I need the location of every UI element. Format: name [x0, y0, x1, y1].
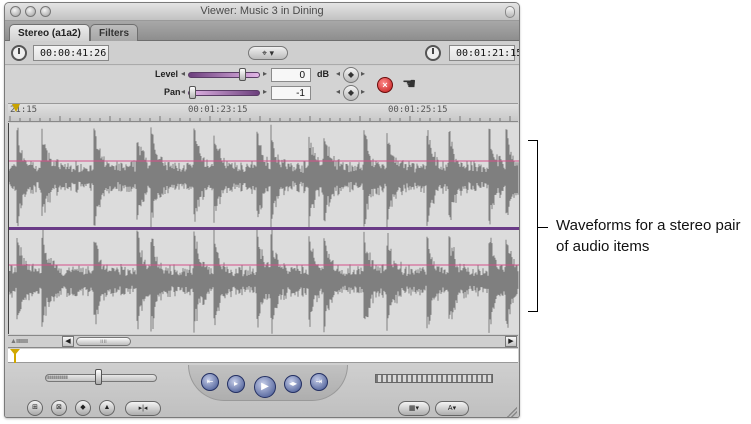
reset-x-circle-icon[interactable]: × [377, 77, 393, 93]
pan-keyframe-button[interactable]: ◆ [343, 85, 359, 101]
duration-timecode-field[interactable]: 00:00:41:26 [33, 45, 109, 61]
hand-drag-icon[interactable]: ☚ [402, 74, 416, 94]
current-timecode-field[interactable]: 00:01:21:15 [449, 45, 519, 61]
pan-label: Pan [164, 87, 181, 97]
scroller-thumb[interactable]: ıııı [76, 337, 131, 346]
view-options-icon: ⌖ ▾ [261, 48, 275, 58]
play-in-to-out-button[interactable]: ▸ [227, 375, 245, 393]
pan-next-keyframe-icon[interactable]: ▸ [361, 87, 365, 96]
level-next-keyframe-icon[interactable]: ▸ [361, 69, 365, 78]
mark-clip-button[interactable]: ⊠ [51, 400, 67, 416]
level-keyframe-button[interactable]: ◆ [343, 67, 359, 83]
play-around-current-button[interactable]: ◂▸ [284, 375, 302, 393]
add-marker-button[interactable]: ▲ [99, 400, 115, 416]
level-decrease-arrow-icon[interactable]: ◂ [181, 69, 185, 78]
duration-clock-icon [11, 45, 27, 61]
ruler-ticks [9, 116, 511, 121]
level-unit-label: dB [317, 69, 329, 79]
scrubber-playhead[interactable] [10, 349, 20, 363]
generator-dropdown[interactable]: A▾ [435, 401, 469, 416]
scrubber-bar[interactable] [8, 349, 518, 363]
waveform-display[interactable] [8, 123, 519, 334]
recent-clips-dropdown[interactable]: ▦▾ [398, 401, 430, 416]
stereo-waveform [9, 123, 519, 334]
scroll-right-button[interactable]: ▶ [505, 336, 517, 347]
level-increase-arrow-icon[interactable]: ▸ [263, 69, 267, 78]
level-label: Level [155, 69, 179, 79]
title-bar[interactable]: Viewer: Music 3 in Dining [5, 3, 519, 21]
timecode-bar: 00:00:41:26 ⌖ ▾ 00:01:21:15 [5, 41, 519, 65]
pan-decrease-arrow-icon[interactable]: ◂ [181, 87, 185, 96]
pan-value-field[interactable]: -1 [271, 86, 311, 100]
current-time-clock-icon [425, 45, 441, 61]
callout-bracket [528, 140, 538, 312]
callout-leader-line [538, 227, 548, 228]
tab-filters[interactable]: Filters [90, 24, 139, 41]
ruler-label: 00:01:23:15 [188, 105, 248, 115]
window-title: Viewer: Music 3 in Dining [200, 5, 324, 17]
resize-grip-icon[interactable] [507, 407, 517, 417]
jog-control[interactable] [375, 374, 493, 383]
go-to-previous-edit-button[interactable]: ⇤ [201, 373, 219, 391]
shuttle-thumb[interactable] [95, 369, 102, 385]
time-ruler[interactable]: 21:15 00:01:23:15 00:01:25:15 [8, 103, 518, 122]
level-value-field[interactable]: 0 [271, 68, 311, 82]
scroll-left-button[interactable]: ◀ [62, 336, 74, 347]
pan-prev-keyframe-icon[interactable]: ◂ [336, 87, 340, 96]
transport-controls: ıııııııııııııııııııııııııııııııı ⇤ ▸ ▶ ◂… [5, 364, 519, 417]
level-slider-thumb[interactable] [239, 68, 247, 81]
toolbar-toggle-button[interactable] [505, 6, 515, 18]
match-frame-button[interactable]: ⊞ [27, 400, 43, 416]
view-options-dropdown[interactable]: ⌖ ▾ [248, 46, 288, 60]
tab-bar: Filters Stereo (a1a2) [5, 21, 519, 41]
ruler-label: 00:01:25:15 [388, 105, 448, 115]
level-prev-keyframe-icon[interactable]: ◂ [336, 69, 340, 78]
mark-in-out-button[interactable]: ▸|◂ [125, 401, 161, 416]
pan-slider[interactable] [188, 86, 260, 99]
playhead-marker-icon[interactable] [12, 104, 20, 112]
channel-divider [9, 227, 519, 230]
tab-stereo[interactable]: Stereo (a1a2) [9, 24, 90, 41]
level-slider[interactable] [188, 68, 260, 81]
horizontal-scroller[interactable]: ▲ıııııııııııı ◀ ıııı ▶ [8, 335, 518, 348]
pan-slider-thumb[interactable] [189, 86, 196, 99]
viewer-window: Viewer: Music 3 in Dining Filters Stereo… [4, 2, 520, 418]
play-button[interactable]: ▶ [254, 376, 276, 398]
pan-increase-arrow-icon[interactable]: ▸ [263, 87, 267, 96]
add-keyframe-button[interactable]: ◆ [75, 400, 91, 416]
go-to-next-edit-button[interactable]: ⇥ [310, 373, 328, 391]
zoom-control[interactable]: ▲ıııııııııııı [10, 337, 60, 347]
callout-caption: Waveforms for a stereo pair of audio ite… [556, 217, 741, 255]
audio-controls: Level ◂ ▸ 0 dB ◂ ◆ ▸ Pan ◂ ▸ -1 ◂ ◆ ▸ × … [5, 66, 519, 104]
